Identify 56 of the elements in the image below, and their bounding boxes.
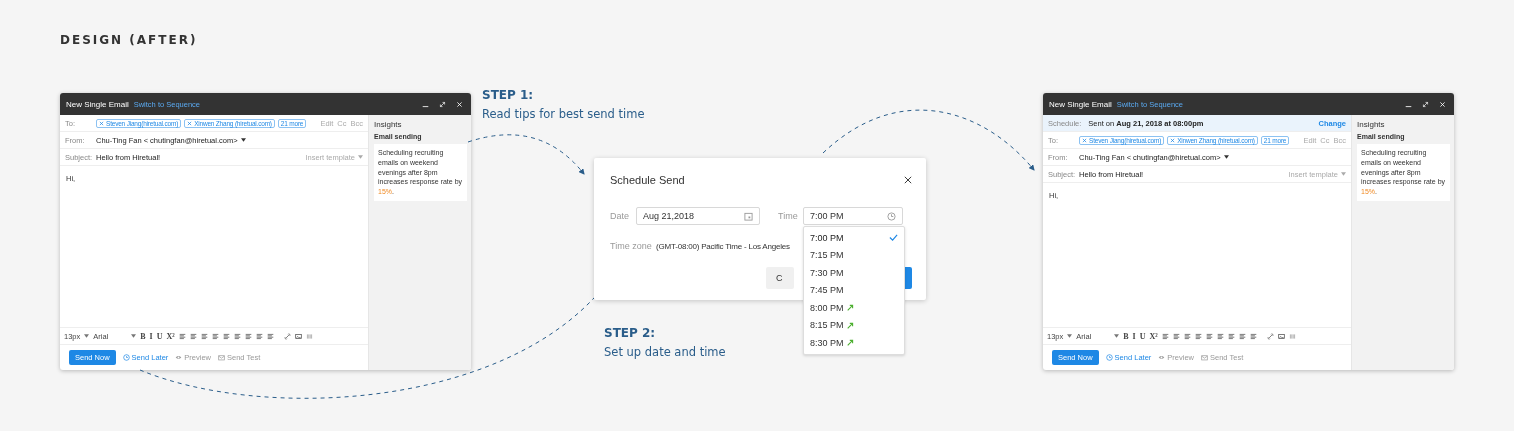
- field-label: Time: [778, 211, 799, 221]
- format-button[interactable]: B: [1123, 331, 1129, 341]
- step-description: Set up date and time: [604, 345, 726, 359]
- time-option[interactable]: 8:00 PM: [804, 299, 904, 317]
- time-option[interactable]: 7:00 PM: [804, 229, 904, 247]
- format-button[interactable]: U: [1139, 331, 1146, 341]
- calendar-icon: [744, 211, 753, 221]
- format-button[interactable]: I: [1132, 331, 1136, 341]
- caret-icon[interactable]: [1223, 155, 1229, 159]
- page-heading: DESIGN (AFTER): [60, 33, 198, 47]
- format-button[interactable]: B: [140, 331, 146, 341]
- window-title: New Single Email: [1049, 99, 1112, 109]
- format-button[interactable]: U: [156, 331, 163, 341]
- dialog-title: Schedule Send: [610, 174, 685, 186]
- timezone-text: (GMT-08:00) Pacific Time - Los Angeles: [656, 241, 790, 251]
- clock-icon: [122, 354, 130, 361]
- link-icon[interactable]: [1266, 332, 1274, 340]
- time-option[interactable]: 8:15 PM: [804, 316, 904, 334]
- step-description: Read tips for best send time: [482, 107, 645, 121]
- remove-icon[interactable]: [1082, 137, 1087, 143]
- clock-icon: [887, 211, 896, 221]
- eye-icon: [175, 354, 183, 361]
- envelope-icon: [218, 354, 225, 361]
- caret-icon[interactable]: [240, 138, 246, 142]
- eye-icon: [1158, 354, 1166, 361]
- link-icon[interactable]: [283, 332, 291, 340]
- envelope-icon: [1201, 354, 1208, 361]
- expand-icon[interactable]: [1422, 100, 1429, 108]
- expand-icon[interactable]: [439, 100, 446, 108]
- cancel-button[interactable]: C: [766, 267, 794, 289]
- remove-icon[interactable]: [1170, 137, 1176, 143]
- remove-icon[interactable]: [99, 120, 104, 126]
- clock-icon: [1105, 354, 1113, 361]
- step-title: STEP 1:: [482, 88, 535, 102]
- insights-title: Insights: [374, 120, 403, 129]
- align-left-icon[interactable]: [1183, 332, 1191, 340]
- time-field[interactable]: 7:00 PM: [803, 207, 903, 225]
- format-button[interactable]: I: [149, 331, 153, 341]
- remove-icon[interactable]: [187, 120, 193, 126]
- time-option[interactable]: 7:45 PM: [804, 281, 904, 299]
- image-icon[interactable]: [1277, 332, 1285, 340]
- align-left-icon[interactable]: [200, 332, 208, 340]
- time-option[interactable]: 7:30 PM: [804, 264, 904, 282]
- window-title: New Single Email: [66, 99, 129, 109]
- format-button[interactable]: X²: [166, 331, 175, 341]
- image-icon[interactable]: [294, 332, 302, 340]
- field-label: Date: [610, 211, 630, 221]
- close-icon[interactable]: [904, 176, 912, 184]
- field-label: Time zone: [610, 241, 653, 251]
- time-option[interactable]: 8:30 PM: [804, 334, 904, 352]
- time-option[interactable]: 7:15 PM: [804, 246, 904, 264]
- date-field[interactable]: Aug 21,2018: [636, 207, 760, 225]
- insights-title: Insights: [1357, 120, 1386, 129]
- format-button[interactable]: X²: [1149, 331, 1158, 341]
- check-icon: [889, 233, 898, 243]
- step-title: STEP 2:: [604, 326, 657, 340]
